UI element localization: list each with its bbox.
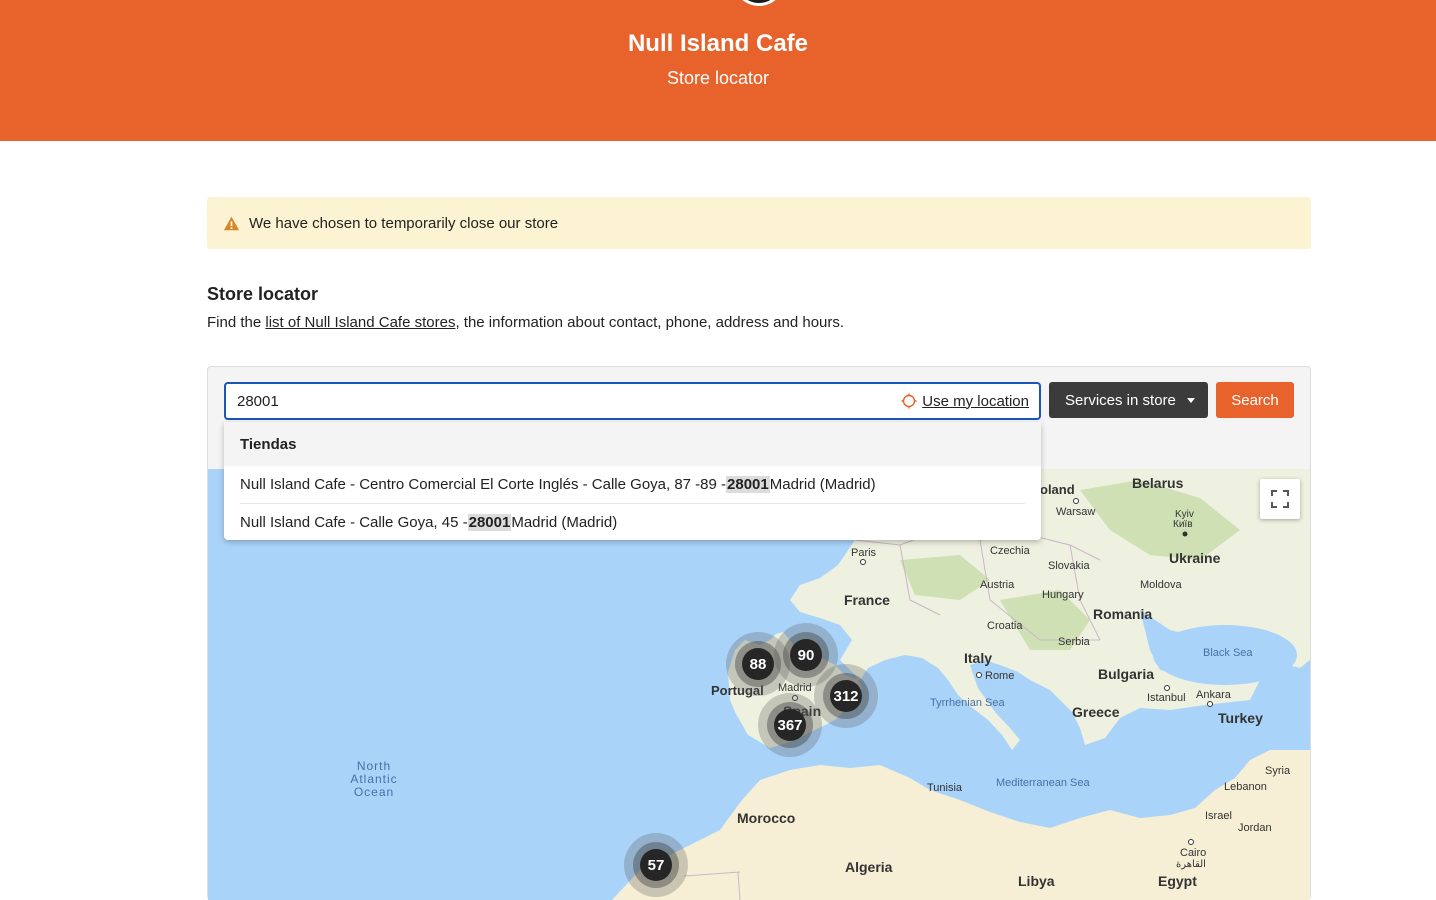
search-button[interactable]: Search [1216, 382, 1294, 418]
cluster-count: 88 [750, 656, 767, 673]
marker-rome [976, 672, 982, 678]
label-czechia: Czechia [990, 545, 1031, 557]
label-lebanon: Lebanon [1224, 781, 1267, 793]
services-label: Services in store [1065, 391, 1176, 409]
suggestions-group-header: Tiendas [224, 422, 1041, 466]
label-bulgaria: Bulgaria [1098, 666, 1154, 682]
label-italy: Italy [964, 650, 992, 666]
autocomplete-dropdown: Tiendas Null Island Cafe - Centro Comerc… [224, 422, 1041, 540]
suggestion-item[interactable]: Null Island Cafe - Centro Comercial El C… [224, 466, 1041, 503]
suggestion-text: Null Island Cafe - Centro Comercial El C… [240, 476, 727, 493]
label-tyrrhenian-sea: Tyrrhenian Sea [930, 697, 1005, 709]
store-closed-alert: We have chosen to temporarily close our … [207, 197, 1311, 249]
store-list-link[interactable]: list of Null Island Cafe stores [265, 314, 455, 331]
marker-cairo [1188, 839, 1194, 845]
label-austria: Austria [980, 579, 1015, 591]
use-my-location-button[interactable]: Use my location [901, 393, 1029, 410]
section-description: Find the list of Null Island Cafe stores… [207, 314, 844, 331]
label-cairo: Cairo [1180, 847, 1206, 859]
label-israel: Israel [1205, 810, 1232, 822]
location-search-input[interactable] [226, 384, 902, 418]
cluster-count: 90 [798, 647, 815, 664]
alert-text: We have chosen to temporarily close our … [249, 214, 559, 232]
store-cluster[interactable]: 367 [758, 693, 822, 757]
description-text-after: , the information about contact, phone, … [455, 314, 845, 331]
use-my-location-label: Use my location [922, 392, 1029, 410]
suggestion-text: Null Island Cafe - Calle Goya, 45 - [240, 513, 468, 531]
label-ukraine: Ukraine [1169, 550, 1221, 566]
search-field-wrapper: Use my location [224, 382, 1041, 420]
label-warsaw: Warsaw [1056, 506, 1095, 518]
description-text-before: Find the [207, 314, 266, 331]
store-cluster[interactable]: 312 [814, 664, 878, 728]
suggestion-text-after: Madrid (Madrid) [511, 513, 618, 531]
cluster-count: 367 [777, 717, 802, 734]
suggestion-match: 28001 [726, 476, 770, 493]
label-libya: Libya [1018, 873, 1055, 889]
map-fullscreen-button[interactable] [1260, 479, 1300, 519]
marker-ankara [1207, 701, 1213, 707]
crosshair-icon [901, 393, 917, 409]
label-poland: oland [1040, 482, 1075, 497]
label-hungary: Hungary [1042, 589, 1084, 601]
label-syria: Syria [1265, 765, 1291, 777]
store-cluster[interactable]: 57 [624, 833, 688, 897]
label-atlantic-1: North [357, 759, 391, 773]
label-cairo-local: القاهرة [1176, 859, 1206, 870]
site-subtitle: Store locator [666, 68, 770, 88]
label-tunisia: Tunisia [927, 782, 963, 794]
label-serbia: Serbia [1058, 636, 1091, 648]
services-in-store-dropdown[interactable]: Services in store [1049, 382, 1208, 418]
caret-down-icon [1187, 398, 1195, 403]
marker-paris [860, 559, 866, 565]
label-slovakia: Slovakia [1048, 560, 1090, 572]
label-morocco: Morocco [737, 810, 795, 826]
label-algeria: Algeria [845, 859, 893, 875]
label-paris: Paris [851, 547, 877, 559]
label-atlantic-3: Ocean [354, 785, 394, 799]
label-ankara: Ankara [1196, 689, 1232, 701]
label-mediterranean-sea: Mediterranean Sea [996, 777, 1090, 789]
label-egypt: Egypt [1158, 873, 1197, 889]
label-rome: Rome [985, 670, 1014, 682]
site-title: Null Island Cafe [627, 30, 809, 57]
label-france: France [844, 592, 890, 608]
label-kyiv-local: Київ [1173, 519, 1193, 530]
label-romania: Romania [1093, 606, 1152, 622]
section-title: Store locator [207, 284, 319, 304]
brand-logo[interactable] [733, 0, 785, 6]
label-croatia: Croatia [987, 620, 1023, 632]
label-black-sea: Black Sea [1203, 647, 1253, 659]
label-belarus: Belarus [1132, 475, 1184, 491]
label-istanbul: Istanbul [1147, 692, 1186, 704]
label-atlantic-2: Atlantic [350, 772, 397, 786]
cluster-count: 312 [833, 688, 858, 705]
warning-icon [223, 216, 240, 230]
marker-kyiv [1182, 531, 1188, 537]
marker-istanbul [1164, 685, 1170, 691]
site-header: Null Island Cafe Store locator [0, 0, 1436, 141]
label-jordan: Jordan [1238, 822, 1272, 834]
label-turkey: Turkey [1218, 710, 1263, 726]
suggestion-text-after: Madrid (Madrid) [769, 476, 876, 493]
fullscreen-icon [1271, 490, 1289, 508]
marker-warsaw [1073, 498, 1079, 504]
label-moldova: Moldova [1140, 579, 1182, 591]
label-greece: Greece [1072, 704, 1120, 720]
cluster-count: 57 [648, 857, 665, 874]
suggestion-match: 28001 [467, 513, 512, 531]
suggestion-item[interactable]: Null Island Cafe - Calle Goya, 45 - 2800… [240, 503, 1025, 540]
